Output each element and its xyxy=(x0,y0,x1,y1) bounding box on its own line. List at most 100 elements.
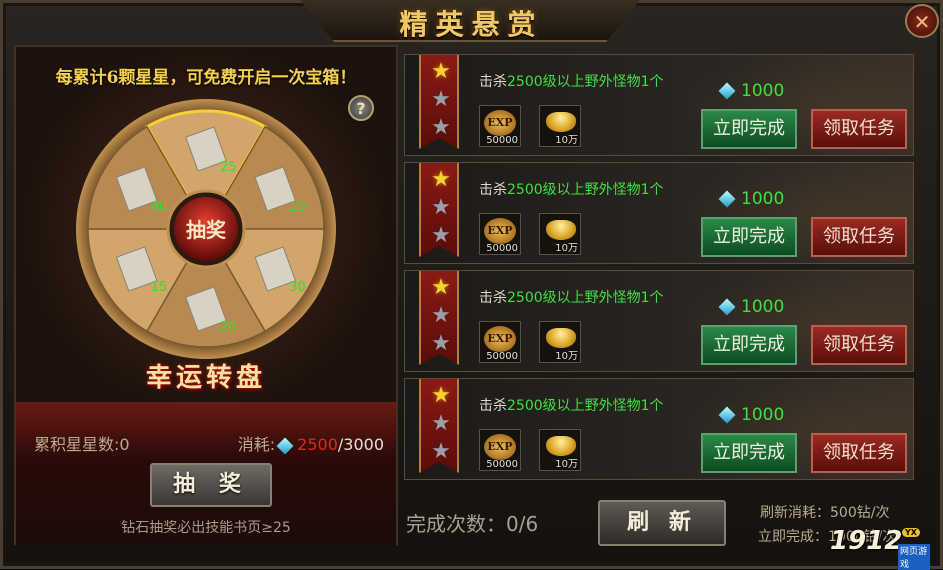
logo-number: 1912 xyxy=(830,526,903,556)
center-label: 抽奖 xyxy=(186,218,227,242)
gold-reward: 10万 xyxy=(539,429,581,471)
exp-reward: EXP 50000 xyxy=(479,321,521,363)
star-icon: ★ xyxy=(431,115,451,140)
complete-now-button[interactable]: 立即完成 xyxy=(701,433,797,473)
gold-value: 10万 xyxy=(555,459,578,470)
lucky-wheel[interactable]: 25 10 30 20 15 40 抽奖 xyxy=(74,97,338,361)
exp-reward: EXP 50000 xyxy=(479,105,521,147)
exp-value: 50000 xyxy=(486,351,518,362)
wheel-segment-value: 25 xyxy=(220,160,237,175)
wheel-title: 幸运转盘 xyxy=(145,363,266,393)
star-icon: ★ xyxy=(431,59,451,84)
accept-quest-button[interactable]: 领取任务 xyxy=(811,433,907,473)
logo-sub: 网页游戏 xyxy=(898,544,930,570)
quest-verb: 击杀 xyxy=(479,182,507,198)
quest-verb: 击杀 xyxy=(479,290,507,306)
quest-target: 2500级以上野外怪物1个 xyxy=(507,182,664,198)
diamond-value: 1000 xyxy=(741,81,785,101)
wheel-segment-value: 30 xyxy=(289,280,306,295)
quest-description: 击杀2500级以上野外怪物1个 xyxy=(479,395,664,415)
exp-icon: EXP xyxy=(484,218,516,244)
diamond-icon xyxy=(718,190,736,208)
lottery-panel: 每累计6颗星星，可免费开启一次宝箱！ ? 25 10 30 20 15 40 抽奖 幸运转… xyxy=(14,45,398,545)
close-icon[interactable]: ✕ xyxy=(905,4,939,38)
cost-current: 2500 xyxy=(297,435,338,454)
star-icon: ★ xyxy=(431,331,451,356)
wheel-segment-value: 40 xyxy=(151,200,168,215)
gold-reward: 10万 xyxy=(539,321,581,363)
cost-total: /3000 xyxy=(337,435,384,454)
diamond-reward: 1000 xyxy=(717,189,784,209)
refresh-button[interactable]: 刷 新 xyxy=(598,500,726,546)
window-title: 精英悬赏 xyxy=(399,8,544,41)
quest-description: 击杀2500级以上野外怪物1个 xyxy=(479,179,664,199)
exp-icon: EXP xyxy=(484,110,516,136)
lottery-note: 钻石抽奖必出技能书页≥25 xyxy=(121,520,291,536)
quest-row: ★ ★ ★ 击杀2500级以上野外怪物1个 EXP 50000 10万 1000 立即… xyxy=(404,54,914,156)
gold-ingot-icon xyxy=(546,436,576,456)
draw-button[interactable]: 抽 奖 xyxy=(150,463,272,507)
star-icon: ★ xyxy=(431,411,451,436)
star-icon: ★ xyxy=(431,383,451,408)
wheel-segment-value: 15 xyxy=(151,280,168,295)
diamond-value: 1000 xyxy=(741,297,785,317)
quest-target: 2500级以上野外怪物1个 xyxy=(507,290,664,306)
exp-value: 50000 xyxy=(486,135,518,146)
star-icon: ★ xyxy=(431,195,451,220)
wheel-segment-value: 10 xyxy=(289,200,306,215)
complete-now-button[interactable]: 立即完成 xyxy=(701,217,797,257)
complete-now-button[interactable]: 立即完成 xyxy=(701,109,797,149)
quest-target: 2500级以上野外怪物1个 xyxy=(507,398,664,414)
star-banner: ★ ★ ★ xyxy=(419,55,459,149)
complete-now-button[interactable]: 立即完成 xyxy=(701,325,797,365)
star-banner: ★ ★ ★ xyxy=(419,379,459,473)
diamond-reward: 1000 xyxy=(717,405,784,425)
exp-value: 50000 xyxy=(486,243,518,254)
cost-label: 消耗: xyxy=(237,435,276,454)
star-icon: ★ xyxy=(431,87,451,112)
accept-quest-button[interactable]: 领取任务 xyxy=(811,325,907,365)
quest-verb: 击杀 xyxy=(479,74,507,90)
diamond-icon xyxy=(276,437,294,454)
diamond-icon xyxy=(718,82,736,100)
accept-quest-button[interactable]: 领取任务 xyxy=(811,217,907,257)
exp-icon: EXP xyxy=(484,434,516,460)
star-banner: ★ ★ ★ xyxy=(419,163,459,257)
gold-ingot-icon xyxy=(546,220,576,240)
wheel-segment-value: 20 xyxy=(220,320,237,335)
star-icon: ★ xyxy=(431,223,451,248)
accept-quest-button[interactable]: 领取任务 xyxy=(811,109,907,149)
star-banner: ★ ★ ★ xyxy=(419,271,459,365)
quest-description: 击杀2500级以上野外怪物1个 xyxy=(479,71,664,91)
stars-count: 累积星星数:0 xyxy=(34,435,130,454)
quest-row: ★ ★ ★ 击杀2500级以上野外怪物1个 EXP 50000 10万 1000 立即… xyxy=(404,270,914,372)
gold-reward: 10万 xyxy=(539,105,581,147)
diamond-value: 1000 xyxy=(741,189,785,209)
star-icon: ★ xyxy=(431,303,451,328)
diamond-value: 1000 xyxy=(741,405,785,425)
gold-ingot-icon xyxy=(546,328,576,348)
site-logo: 1912 YX 网页游戏 xyxy=(830,526,930,570)
exp-value: 50000 xyxy=(486,459,518,470)
star-icon: ★ xyxy=(431,439,451,464)
complete-count: 完成次数：0/6 xyxy=(406,512,539,536)
lottery-hint: 每累计6颗星星，可免费开启一次宝箱！ xyxy=(55,68,357,88)
quest-target: 2500级以上野外怪物1个 xyxy=(507,74,664,90)
diamond-reward: 1000 xyxy=(717,297,784,317)
exp-icon: EXP xyxy=(484,326,516,352)
diamond-icon xyxy=(718,406,736,424)
draw-cost: 消耗: 2500/3000 xyxy=(238,431,384,455)
exp-reward: EXP 50000 xyxy=(479,213,521,255)
diamond-reward: 1000 xyxy=(717,81,784,101)
gold-value: 10万 xyxy=(555,135,578,146)
refresh-cost: 刷新消耗：500钻/次 xyxy=(760,505,890,521)
gold-value: 10万 xyxy=(555,243,578,254)
logo-badge: YX xyxy=(902,528,920,537)
help-icon[interactable]: ? xyxy=(348,95,374,121)
diamond-icon xyxy=(718,298,736,316)
exp-reward: EXP 50000 xyxy=(479,429,521,471)
gold-value: 10万 xyxy=(555,351,578,362)
star-icon: ★ xyxy=(431,167,451,192)
wheel-area: 每累计6颗星星，可免费开启一次宝箱！ ? 25 10 30 20 15 40 抽奖 幸运转… xyxy=(16,47,396,407)
quest-description: 击杀2500级以上野外怪物1个 xyxy=(479,287,664,307)
